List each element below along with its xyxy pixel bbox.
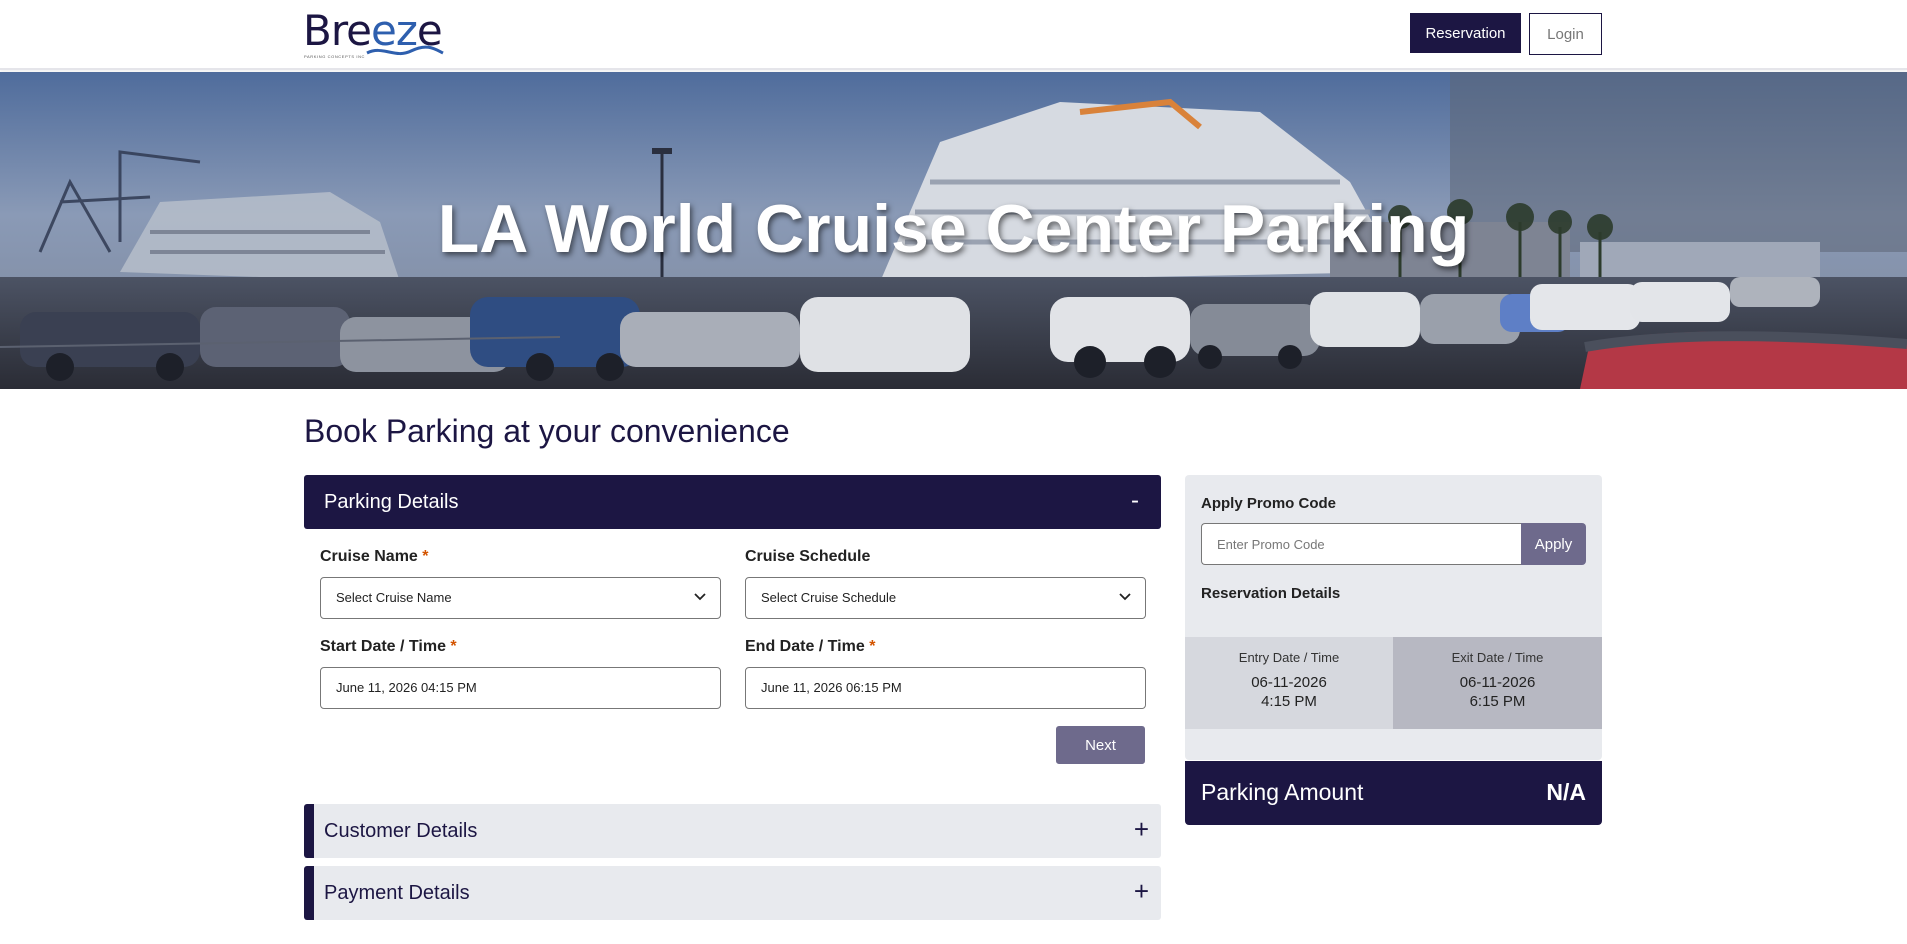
chevron-down-icon	[694, 593, 706, 601]
promo-code-label: Apply Promo Code	[1201, 495, 1337, 512]
parking-amount-label: Parking Amount	[1201, 779, 1364, 805]
breeze-logo[interactable]: Breeze PARKING CONCEPTS INC	[303, 9, 448, 59]
exit-title: Exit Date / Time	[1451, 650, 1544, 665]
expand-plus-icon[interactable]: +	[1134, 814, 1149, 845]
hero-banner: LA World Cruise Center Parking	[0, 72, 1907, 389]
site-header: Breeze PARKING CONCEPTS INC Reservation …	[0, 0, 1907, 70]
payment-details-header[interactable]: Payment Details +	[304, 866, 1161, 920]
parking-amount-bar: Parking Amount N/A	[1185, 761, 1602, 825]
logo-tagline: PARKING CONCEPTS INC	[304, 54, 366, 59]
parking-amount-value: N/A	[1546, 779, 1586, 805]
exit-datetime-card: Exit Date / Time 06-11-2026 6:15 PM	[1393, 637, 1602, 729]
cruise-name-label: Cruise Name *	[320, 548, 429, 565]
start-datetime-input[interactable]: June 11, 2026 04:15 PM	[320, 667, 721, 709]
customer-details-header[interactable]: Customer Details +	[304, 804, 1161, 858]
collapse-toggle[interactable]: -	[1131, 487, 1139, 515]
end-datetime-label: End Date / Time *	[745, 638, 876, 655]
next-button[interactable]: Next	[1056, 726, 1145, 764]
exit-time: 6:15 PM	[1469, 693, 1526, 710]
promo-code-input[interactable]	[1201, 523, 1521, 565]
apply-promo-button[interactable]: Apply	[1521, 523, 1586, 565]
chevron-down-icon	[1119, 593, 1131, 601]
entry-title: Entry Date / Time	[1238, 650, 1340, 665]
reservation-details-label: Reservation Details	[1201, 585, 1341, 602]
entry-date: 06-11-2026	[1251, 674, 1327, 691]
cruise-schedule-select[interactable]: Select Cruise Schedule	[745, 577, 1146, 619]
payment-details-label: Payment Details	[324, 882, 470, 904]
reservation-button[interactable]: Reservation	[1410, 13, 1521, 53]
entry-time: 4:15 PM	[1261, 693, 1317, 710]
parking-details-header[interactable]: Parking Details -	[304, 475, 1161, 529]
end-datetime-input[interactable]: June 11, 2026 06:15 PM	[745, 667, 1146, 709]
required-mark: *	[422, 548, 429, 565]
login-button[interactable]: Login	[1529, 13, 1602, 55]
hero-title: LA World Cruise Center Parking	[437, 191, 1470, 267]
cruise-schedule-label: Cruise Schedule	[745, 548, 871, 565]
customer-details-label: Customer Details	[324, 820, 478, 842]
page-title: Book Parking at your convenience	[304, 413, 790, 449]
start-datetime-label: Start Date / Time *	[320, 638, 457, 655]
required-mark: *	[450, 638, 457, 655]
cruise-name-select[interactable]: Select Cruise Name	[320, 577, 721, 619]
reservation-sidebar: Apply Promo Code Apply Reservation Detai…	[1185, 475, 1602, 760]
parking-details-label: Parking Details	[324, 491, 459, 513]
entry-datetime-card: Entry Date / Time 06-11-2026 4:15 PM	[1185, 637, 1393, 729]
logo-wave-icon	[366, 45, 444, 56]
required-mark: *	[869, 638, 876, 655]
exit-date: 06-11-2026	[1459, 674, 1536, 691]
expand-plus-icon[interactable]: +	[1134, 876, 1149, 907]
